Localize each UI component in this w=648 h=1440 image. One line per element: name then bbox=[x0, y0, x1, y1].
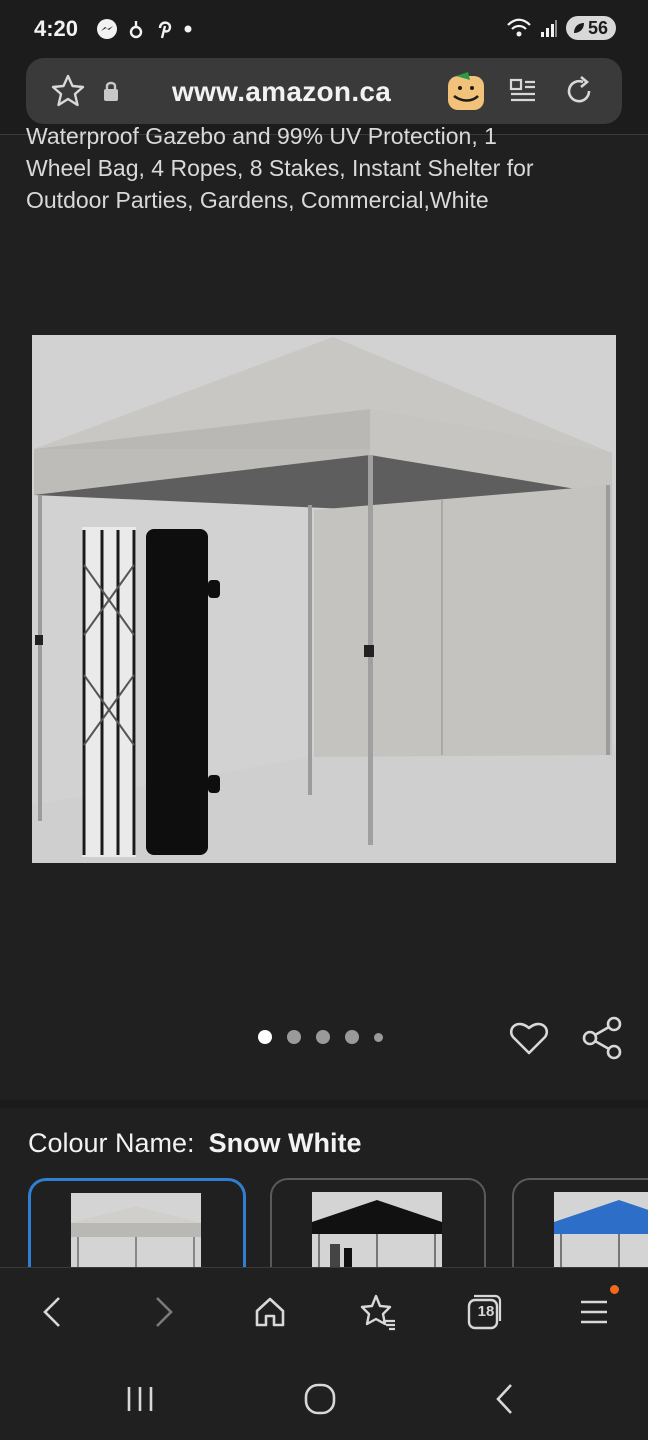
product-title: Waterproof Gazebo and 99% UV Protection,… bbox=[26, 120, 626, 216]
product-title-line: Wheel Bag, 4 Ropes, 8 Stakes, Instant Sh… bbox=[26, 155, 534, 181]
reader-mode-icon[interactable] bbox=[508, 76, 538, 106]
lock-icon[interactable] bbox=[102, 80, 120, 102]
carousel-dot[interactable] bbox=[374, 1032, 383, 1042]
status-bar: 4:20 56 bbox=[0, 0, 648, 58]
url-text[interactable]: www.amazon.ca bbox=[172, 76, 391, 108]
recent-apps-icon bbox=[127, 1387, 153, 1411]
status-time: 4:20 bbox=[34, 16, 79, 41]
reload-icon[interactable] bbox=[562, 74, 596, 108]
amazon-extension-icon[interactable] bbox=[444, 70, 488, 114]
colour-label: Colour Name: bbox=[28, 1128, 195, 1158]
battery-level: 56 bbox=[587, 17, 608, 38]
home-circle-icon bbox=[304, 1383, 336, 1415]
notification-icons bbox=[96, 18, 192, 40]
carousel-dot[interactable] bbox=[345, 1030, 359, 1044]
menu-notification-dot bbox=[610, 1285, 619, 1294]
system-back-button[interactable] bbox=[474, 1374, 534, 1424]
system-icons: 56 bbox=[506, 16, 616, 40]
menu-button[interactable] bbox=[570, 1285, 619, 1336]
bookmarks-button[interactable] bbox=[354, 1288, 402, 1336]
threads-icon bbox=[129, 21, 143, 39]
section-divider bbox=[0, 1100, 648, 1108]
pinterest-icon bbox=[158, 21, 172, 39]
menu-icon bbox=[581, 1300, 607, 1324]
carousel-dot[interactable] bbox=[287, 1030, 301, 1044]
heart-icon[interactable] bbox=[508, 1016, 550, 1058]
recent-apps-button[interactable] bbox=[110, 1374, 170, 1424]
bookmarks-star-icon bbox=[360, 1294, 395, 1331]
dot-icon bbox=[184, 25, 192, 33]
browser-toolbar: 18 bbox=[0, 1267, 648, 1358]
colour-value: Snow White bbox=[208, 1128, 362, 1158]
carousel-dot[interactable] bbox=[258, 1030, 272, 1044]
chevron-left-icon bbox=[43, 1297, 60, 1327]
product-title-line: Waterproof Gazebo and 99% UV Protection,… bbox=[26, 123, 497, 149]
star-icon[interactable] bbox=[50, 73, 86, 109]
carousel-dot[interactable] bbox=[316, 1030, 330, 1044]
messenger-icon bbox=[97, 19, 117, 39]
share-icon[interactable] bbox=[580, 1016, 624, 1060]
home-button[interactable] bbox=[246, 1288, 294, 1336]
tabs-button[interactable]: 18 bbox=[460, 1288, 508, 1336]
gazebo-image bbox=[32, 335, 616, 863]
battery-icon: 56 bbox=[565, 16, 616, 40]
signal-icon bbox=[540, 20, 557, 37]
address-bar[interactable]: www.amazon.ca bbox=[26, 58, 622, 124]
wifi-icon bbox=[507, 18, 531, 37]
chevron-right-icon bbox=[156, 1297, 173, 1327]
forward-button[interactable] bbox=[140, 1288, 188, 1336]
tabs-count: 18 bbox=[477, 1303, 495, 1320]
android-nav-bar bbox=[0, 1358, 648, 1440]
product-image[interactable] bbox=[32, 335, 616, 863]
back-arrow-icon bbox=[496, 1384, 512, 1414]
colour-name-row: Colour Name: Snow White bbox=[28, 1128, 362, 1159]
carousel-dots[interactable] bbox=[258, 1030, 383, 1044]
back-button[interactable] bbox=[28, 1288, 76, 1336]
system-home-button[interactable] bbox=[290, 1374, 350, 1424]
product-title-line: Outdoor Parties, Gardens, Commercial,Whi… bbox=[26, 187, 489, 213]
home-icon bbox=[255, 1297, 285, 1327]
